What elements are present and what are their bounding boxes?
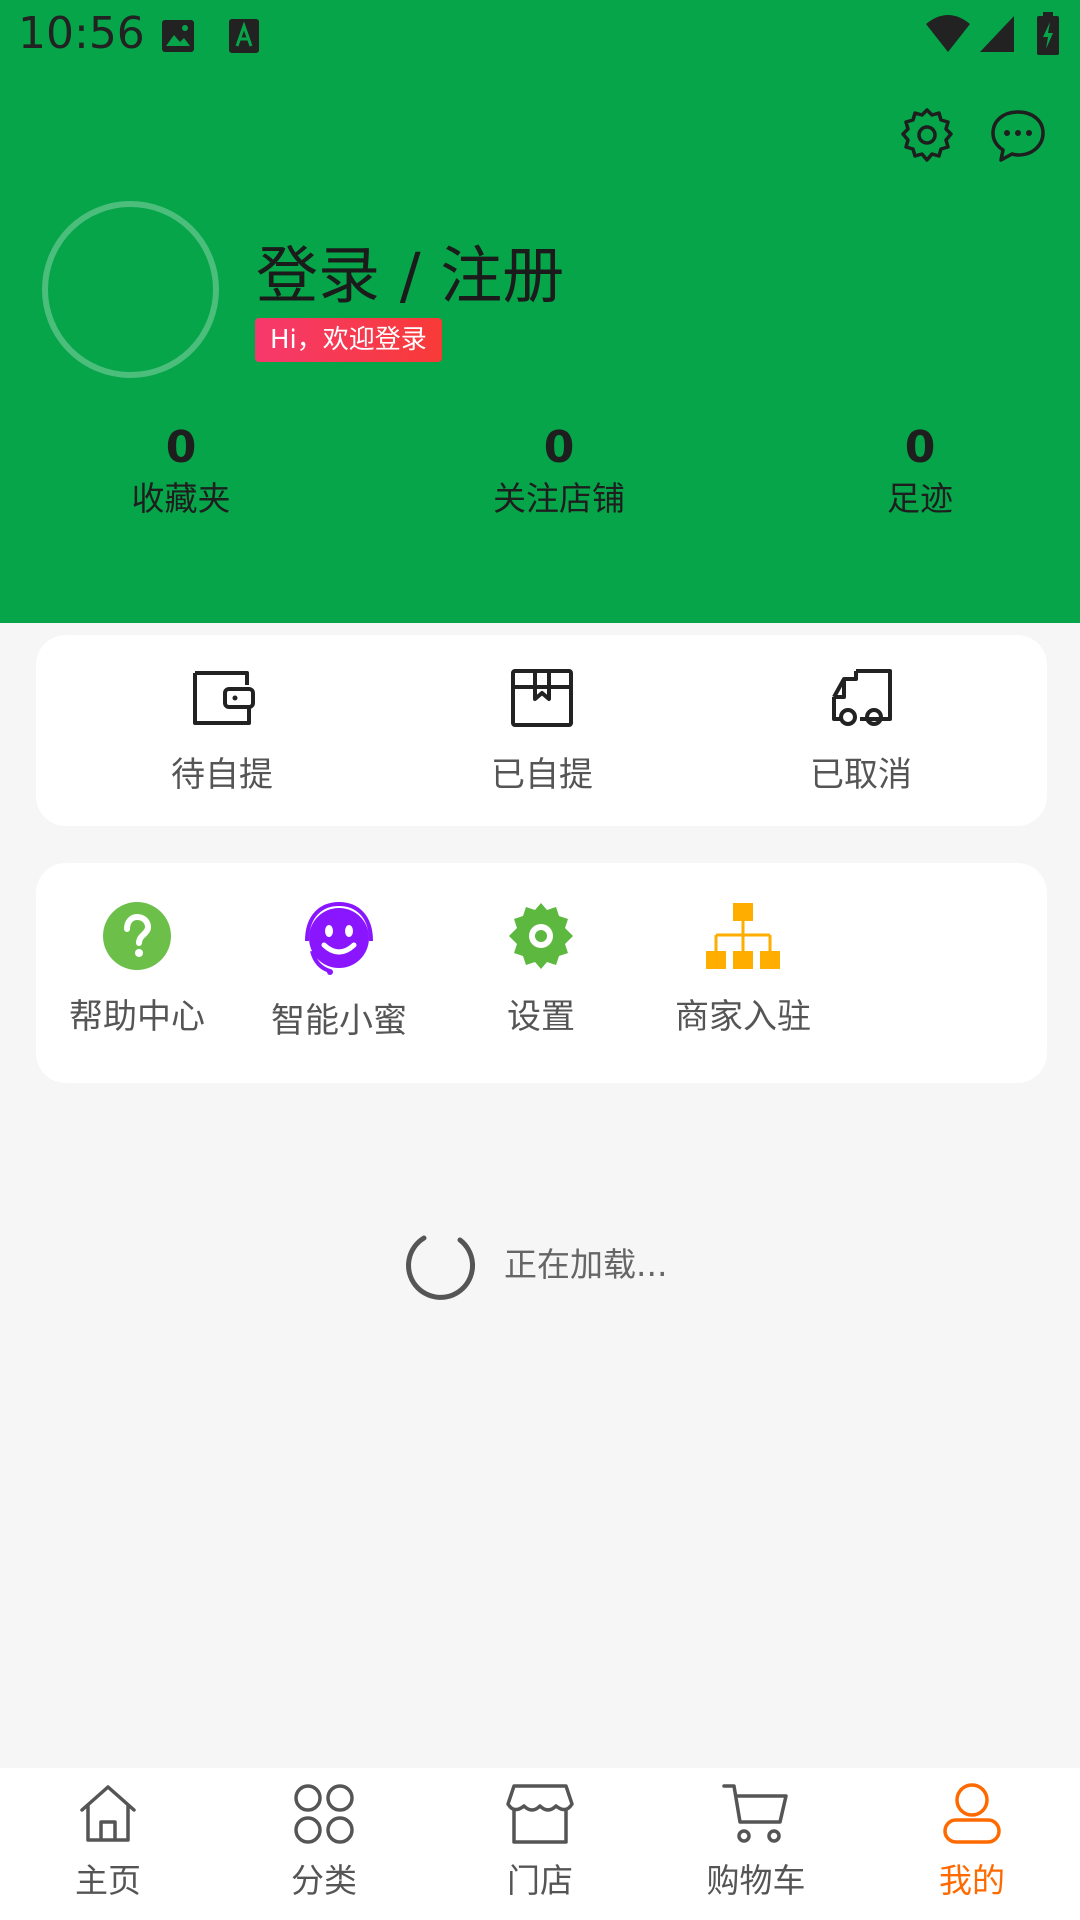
- wifi-icon: [926, 15, 970, 52]
- stat-count: 0: [165, 422, 197, 473]
- home-icon: [80, 1785, 136, 1842]
- spinner-icon: [406, 1235, 476, 1300]
- welcome-badge: Hi，欢迎登录: [255, 318, 442, 362]
- gear-icon[interactable]: [897, 106, 957, 166]
- user-icon: [943, 1783, 1001, 1844]
- tool-label: 商家入驻: [675, 997, 811, 1037]
- text-notification-icon: [229, 19, 259, 53]
- image-notification-icon: [162, 20, 194, 52]
- status-time: 10:56: [18, 8, 145, 59]
- stat-count: 0: [904, 422, 936, 473]
- stat-count: 0: [543, 422, 575, 473]
- tab-cart[interactable]: 购物车: [666, 1782, 846, 1902]
- status-bar: 10:56: [0, 0, 1080, 72]
- order-cancelled[interactable]: 已取消: [761, 667, 961, 796]
- tab-label: 主页: [75, 1861, 141, 1900]
- stat-favorites[interactable]: 0 收藏夹: [132, 420, 231, 522]
- tab-label: 门店: [507, 1861, 573, 1900]
- login-register-link[interactable]: 登录 / 注册: [256, 225, 564, 315]
- tab-store[interactable]: 门店: [450, 1782, 630, 1902]
- tool-help-center[interactable]: 帮助中心: [37, 901, 237, 1038]
- tab-label: 购物车: [706, 1861, 806, 1900]
- tab-home[interactable]: 主页: [18, 1782, 198, 1902]
- tab-mine[interactable]: 我的: [882, 1782, 1062, 1902]
- tab-label: 我的: [939, 1861, 1005, 1900]
- stat-footprints[interactable]: 0 足迹: [887, 420, 953, 522]
- wallet-icon: [193, 671, 255, 725]
- order-status-card: 待自提 已自提 已取消: [36, 635, 1047, 826]
- stat-label: 关注店铺: [493, 479, 625, 518]
- chat-bubble-icon[interactable]: [988, 106, 1048, 166]
- tool-settings[interactable]: 设置: [441, 901, 641, 1038]
- tool-label: 智能小蜜: [271, 1001, 407, 1041]
- order-picked-up[interactable]: 已自提: [442, 667, 642, 796]
- stat-followed-shops[interactable]: 0 关注店铺: [493, 420, 625, 522]
- stat-label: 收藏夹: [131, 479, 231, 518]
- tools-card: 帮助中心 智能小蜜 设置 商家入驻: [36, 863, 1047, 1083]
- tool-merchant-join[interactable]: 商家入驻: [643, 901, 843, 1038]
- tool-smart-assistant[interactable]: 智能小蜜: [239, 901, 439, 1042]
- bottom-tab-bar: 主页 分类 门店 购物车 我的: [0, 1768, 1080, 1920]
- order-pending-pickup[interactable]: 待自提: [122, 667, 322, 796]
- tab-label: 分类: [291, 1861, 357, 1900]
- order-label: 待自提: [171, 755, 273, 795]
- avatar[interactable]: [42, 201, 219, 378]
- grid-icon: [294, 1784, 354, 1844]
- truck-icon: [832, 669, 892, 726]
- tab-category[interactable]: 分类: [234, 1782, 414, 1902]
- tool-label: 设置: [507, 997, 575, 1037]
- box-icon: [511, 669, 573, 727]
- order-label: 已自提: [491, 755, 593, 795]
- order-label: 已取消: [810, 755, 912, 795]
- loading-text: 正在加载...: [504, 1245, 668, 1284]
- battery-charging-icon: [1037, 12, 1059, 55]
- smiley-headset-icon: [305, 901, 373, 975]
- org-chart-icon: [706, 903, 780, 969]
- stat-label: 足迹: [887, 479, 953, 518]
- cart-icon: [722, 1784, 788, 1843]
- signal-icon: [980, 16, 1014, 52]
- store-icon: [506, 1784, 574, 1844]
- tool-label: 帮助中心: [69, 997, 205, 1037]
- help-icon: [103, 902, 171, 970]
- gear-icon: [509, 903, 573, 969]
- profile-header: 10:56 登录 / 注册 Hi，欢迎登录 0 收藏夹 0 关注店铺 0 足迹: [0, 0, 1080, 623]
